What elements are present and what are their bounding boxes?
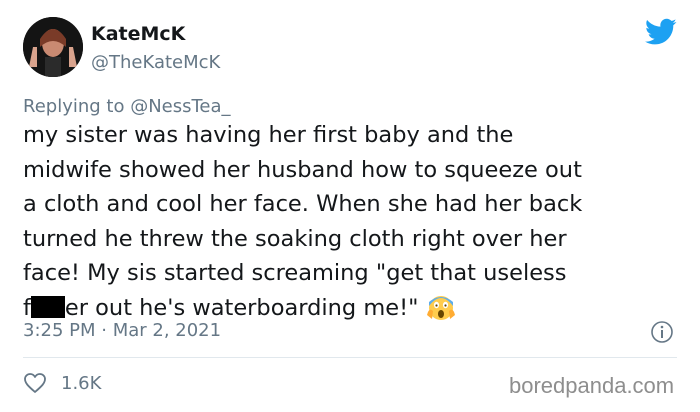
- heart-icon: [24, 373, 46, 393]
- screaming-face-emoji: [427, 295, 456, 320]
- avatar[interactable]: [23, 17, 83, 77]
- tweet-line: turned he threw the soaking cloth right …: [23, 225, 567, 252]
- author-handle[interactable]: @TheKateMcK: [91, 52, 220, 73]
- tweet-line: a cloth and cool her face. When she had …: [23, 191, 583, 217]
- twitter-bird-icon[interactable]: [645, 18, 677, 46]
- tweet-text: my sister was having her first baby and …: [23, 118, 685, 325]
- info-icon[interactable]: [650, 320, 674, 344]
- tweet-line: my sister was having her first baby and …: [23, 122, 514, 148]
- redaction-block: [30, 295, 65, 318]
- tweet-timestamp[interactable]: 3:25 PM · Mar 2, 2021: [23, 320, 221, 341]
- tweet-line: midwife showed her husband how to squeez…: [23, 156, 582, 183]
- tweet-last-line-rest: er out he's waterboarding me!": [64, 294, 419, 321]
- tweet-line: face! My sis started screaming "get that…: [23, 260, 567, 286]
- like-count: 1.6K: [61, 372, 102, 394]
- divider: [23, 357, 677, 358]
- avatar-photo: [23, 17, 83, 77]
- reply-context: Replying to @NessTea_: [23, 96, 231, 117]
- author-name[interactable]: KateMcK: [91, 23, 185, 45]
- tweet-last-line-start: f: [23, 294, 31, 321]
- tweet-card: KateMcK @TheKateMcK Replying to @NessTea…: [0, 0, 700, 412]
- reply-handle[interactable]: @NessTea_: [130, 96, 230, 117]
- reply-prefix: Replying to: [23, 96, 131, 117]
- like-button[interactable]: 1.6K: [23, 370, 101, 396]
- watermark: boredpanda.com: [509, 373, 675, 398]
